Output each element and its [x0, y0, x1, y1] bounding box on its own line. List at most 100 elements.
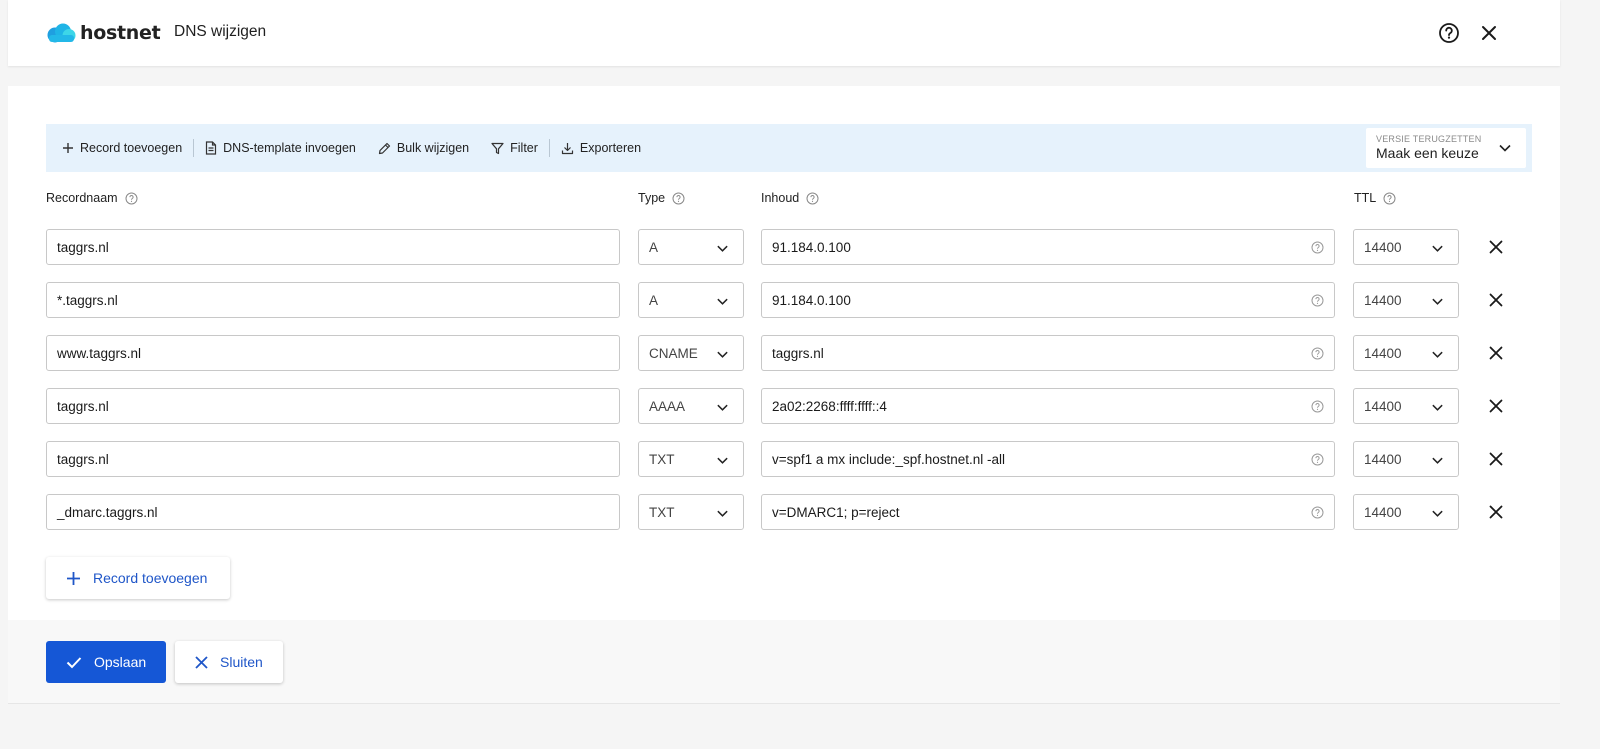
help-circle-icon[interactable] [1311, 453, 1324, 466]
delete-record-button[interactable] [1484, 394, 1508, 418]
version-restore-label: Versie terugzetten [1376, 134, 1482, 144]
record-content-input[interactable]: taggrs.nl [761, 335, 1335, 371]
record-ttl-value: 14400 [1364, 451, 1402, 467]
help-circle-icon[interactable] [1311, 347, 1324, 360]
help-circle-icon[interactable] [125, 192, 138, 205]
toolbar-filter-button[interactable]: Filter [480, 124, 549, 172]
record-type-value: TXT [649, 504, 675, 520]
toolbar-bulk-edit-button[interactable]: Bulk wijzigen [367, 124, 480, 172]
plus-icon [63, 143, 73, 153]
chevron-down-icon [1432, 245, 1443, 252]
delete-record-button[interactable] [1484, 341, 1508, 365]
close-icon [1489, 399, 1503, 413]
help-circle-icon[interactable] [806, 192, 819, 205]
record-name-input[interactable]: taggrs.nl [46, 229, 620, 265]
help-circle-icon[interactable] [1383, 192, 1396, 205]
close-icon [1489, 240, 1503, 254]
record-content-input[interactable]: v=DMARC1; p=reject [761, 494, 1335, 530]
column-header-type-label: Type [638, 191, 666, 205]
toolbar-export-button[interactable]: Exporteren [550, 124, 652, 172]
record-type-value: A [649, 292, 659, 308]
add-record-button[interactable]: Record toevoegen [46, 557, 230, 599]
record-type-select[interactable]: TXT [638, 441, 744, 477]
chevron-down-icon [717, 298, 728, 305]
page-title: DNS wijzigen [174, 23, 267, 40]
top-bar: hostnet DNS wijzigen [8, 0, 1560, 66]
dns-record-row: taggrs.nl A 91.184.0.100 14400 [46, 229, 1526, 265]
close-icon [1482, 26, 1496, 40]
record-ttl-select[interactable]: 14400 [1353, 282, 1459, 318]
record-name-input[interactable]: _dmarc.taggrs.nl [46, 494, 620, 530]
close-button[interactable]: Sluiten [175, 641, 283, 683]
close-icon [1489, 505, 1503, 519]
chevron-down-icon [717, 404, 728, 411]
record-type-value: TXT [649, 451, 675, 467]
download-icon [561, 142, 574, 154]
column-header-ttl: TTL [1354, 191, 1396, 205]
chevron-down-icon [1432, 457, 1443, 464]
close-label: Sluiten [220, 654, 263, 670]
version-restore-select[interactable]: Versie terugzetten Maak een keuze [1366, 128, 1526, 168]
toolbar-bulk-edit-label: Bulk wijzigen [396, 141, 470, 155]
close-dialog-button[interactable] [1476, 20, 1502, 46]
filter-icon [491, 142, 504, 154]
help-circle-icon[interactable] [672, 192, 685, 205]
chevron-down-icon [717, 510, 728, 517]
column-header-name: Recordnaam [46, 191, 138, 205]
close-icon [1489, 346, 1503, 360]
column-header-name-label: Recordnaam [46, 191, 118, 205]
close-icon [1489, 293, 1503, 307]
record-content-value: v=spf1 a mx include:_spf.hostnet.nl -all [772, 451, 1006, 467]
add-record-label: Record toevoegen [93, 570, 208, 586]
record-type-value: A [649, 239, 659, 255]
plus-icon [67, 571, 80, 585]
record-ttl-select[interactable]: 14400 [1353, 441, 1459, 477]
record-content-value: 91.184.0.100 [772, 239, 851, 255]
cloud-logo-icon [47, 23, 76, 43]
help-circle-icon[interactable] [1311, 400, 1324, 413]
chevron-down-icon [1432, 298, 1443, 305]
record-ttl-select[interactable]: 14400 [1353, 494, 1459, 530]
delete-record-button[interactable] [1484, 447, 1508, 471]
record-name-input[interactable]: taggrs.nl [46, 388, 620, 424]
record-content-input[interactable]: 91.184.0.100 [761, 229, 1335, 265]
help-circle-icon[interactable] [1311, 241, 1324, 254]
record-ttl-select[interactable]: 14400 [1353, 335, 1459, 371]
record-type-select[interactable]: AAAA [638, 388, 744, 424]
record-content-input[interactable]: v=spf1 a mx include:_spf.hostnet.nl -all [761, 441, 1335, 477]
help-button[interactable] [1436, 20, 1462, 46]
delete-record-button[interactable] [1484, 288, 1508, 312]
check-icon [66, 656, 82, 668]
dns-record-row: taggrs.nl TXT v=spf1 a mx include:_spf.h… [46, 441, 1526, 477]
record-content-value: 2a02:2268:ffff:ffff::4 [772, 398, 887, 414]
dns-record-row: taggrs.nl AAAA 2a02:2268:ffff:ffff::4 14… [46, 388, 1526, 424]
close-icon [1489, 452, 1503, 466]
record-content-value: taggrs.nl [772, 345, 824, 361]
record-content-input[interactable]: 2a02:2268:ffff:ffff::4 [761, 388, 1335, 424]
record-name-input[interactable]: *.taggrs.nl [46, 282, 620, 318]
toolbar-add-record-button[interactable]: Record toevoegen [46, 124, 193, 172]
save-button[interactable]: Opslaan [46, 641, 166, 683]
record-content-input[interactable]: 91.184.0.100 [761, 282, 1335, 318]
help-circle-icon[interactable] [1311, 294, 1324, 307]
help-circle-icon[interactable] [1311, 506, 1324, 519]
toolbar-export-label: Exporteren [579, 141, 642, 155]
toolbar-dns-template-button[interactable]: DNS-template invoegen [194, 124, 367, 172]
help-circle-icon [1439, 23, 1459, 43]
hostnet-logo[interactable]: hostnet [46, 20, 161, 46]
delete-record-button[interactable] [1484, 235, 1508, 259]
record-name-input[interactable]: www.taggrs.nl [46, 335, 620, 371]
dns-record-row: _dmarc.taggrs.nl TXT v=DMARC1; p=reject … [46, 494, 1526, 530]
record-ttl-select[interactable]: 14400 [1353, 229, 1459, 265]
record-name-input[interactable]: taggrs.nl [46, 441, 620, 477]
record-type-select[interactable]: TXT [638, 494, 744, 530]
record-type-select[interactable]: A [638, 282, 744, 318]
toolbar-filter-label: Filter [510, 141, 538, 155]
record-type-select[interactable]: CNAME [638, 335, 744, 371]
document-icon [206, 141, 217, 155]
record-type-select[interactable]: A [638, 229, 744, 265]
version-restore-value: Maak een keuze [1376, 145, 1479, 161]
delete-record-button[interactable] [1484, 500, 1508, 524]
record-ttl-select[interactable]: 14400 [1353, 388, 1459, 424]
column-header-content-label: Inhoud [761, 191, 800, 205]
